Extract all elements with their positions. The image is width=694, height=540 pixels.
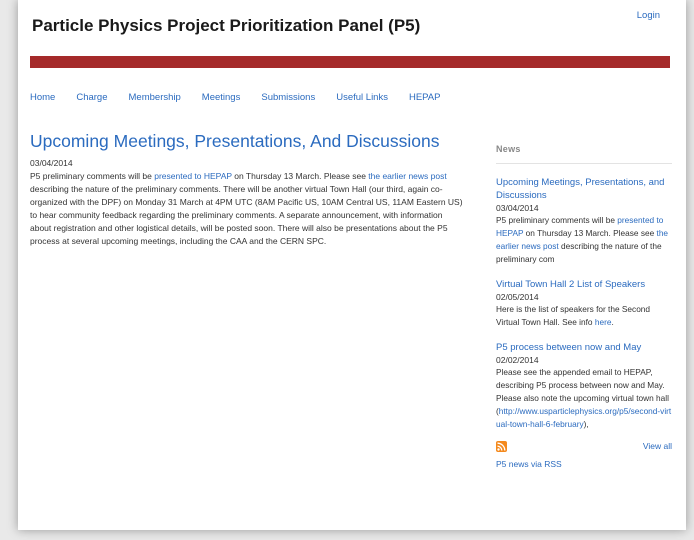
- nav-charge[interactable]: Charge: [76, 92, 107, 103]
- news-text: .: [611, 317, 614, 327]
- rss-feed-link[interactable]: P5 news via RSS: [496, 459, 672, 469]
- news-item-title[interactable]: P5 process between now and May: [496, 341, 672, 354]
- news-sidebar: News Upcoming Meetings, Presentations, a…: [496, 144, 672, 469]
- news-item-body: P5 preliminary comments will be presente…: [496, 214, 672, 266]
- news-item-body: Here is the list of speakers for the Sec…: [496, 303, 672, 329]
- article-body: P5 preliminary comments will be presente…: [30, 170, 464, 248]
- page-container: Particle Physics Project Prioritization …: [18, 0, 686, 530]
- nav-submissions[interactable]: Submissions: [261, 92, 315, 103]
- feed-row: View all: [496, 441, 672, 455]
- nav-home[interactable]: Home: [30, 92, 55, 103]
- news-text: on Thursday 13 March. Please see: [523, 228, 657, 238]
- news-text: ),: [583, 419, 589, 429]
- article-title: Upcoming Meetings, Presentations, And Di…: [30, 131, 440, 151]
- nav-meetings[interactable]: Meetings: [202, 92, 241, 103]
- news-text: Here is the list of speakers for the Sec…: [496, 304, 651, 327]
- view-all-link[interactable]: View all: [643, 441, 672, 451]
- news-text: P5 preliminary comments will be: [496, 215, 618, 225]
- header-banner: [30, 56, 670, 68]
- news-item: Upcoming Meetings, Presentations, and Di…: [496, 176, 672, 266]
- main-article: Upcoming Meetings, Presentations, And Di…: [30, 130, 464, 248]
- news-here-link[interactable]: here: [595, 317, 612, 327]
- main-nav: Home Charge Membership Meetings Submissi…: [30, 92, 461, 103]
- site-title: Particle Physics Project Prioritization …: [32, 16, 421, 35]
- news-item-date: 02/05/2014: [496, 292, 539, 302]
- nav-useful-links[interactable]: Useful Links: [336, 92, 388, 103]
- news-item-title[interactable]: Upcoming Meetings, Presentations, and Di…: [496, 176, 672, 202]
- news-item: Virtual Town Hall 2 List of Speakers 02/…: [496, 278, 672, 329]
- nav-hepap[interactable]: HEPAP: [409, 92, 441, 103]
- news-item-body: Please see the appended email to HEPAP, …: [496, 366, 672, 431]
- news-heading: News: [496, 144, 672, 164]
- article-date: 03/04/2014: [30, 158, 73, 168]
- earlier-news-post-link[interactable]: the earlier news post: [368, 171, 446, 181]
- rss-icon[interactable]: [496, 441, 507, 452]
- article-text: P5 preliminary comments will be: [30, 171, 155, 181]
- news-item-date: 03/04/2014: [496, 203, 539, 213]
- article-text: on Thursday 13 March. Please see: [231, 171, 369, 181]
- login-link[interactable]: Login: [637, 10, 660, 21]
- nav-membership[interactable]: Membership: [129, 92, 181, 103]
- presented-to-hepap-link[interactable]: presented to HEPAP: [154, 171, 232, 181]
- news-item-date: 02/02/2014: [496, 355, 539, 365]
- news-item: P5 process between now and May 02/02/201…: [496, 341, 672, 431]
- news-item-title[interactable]: Virtual Town Hall 2 List of Speakers: [496, 278, 672, 291]
- article-text: describing the nature of the preliminary…: [30, 184, 463, 246]
